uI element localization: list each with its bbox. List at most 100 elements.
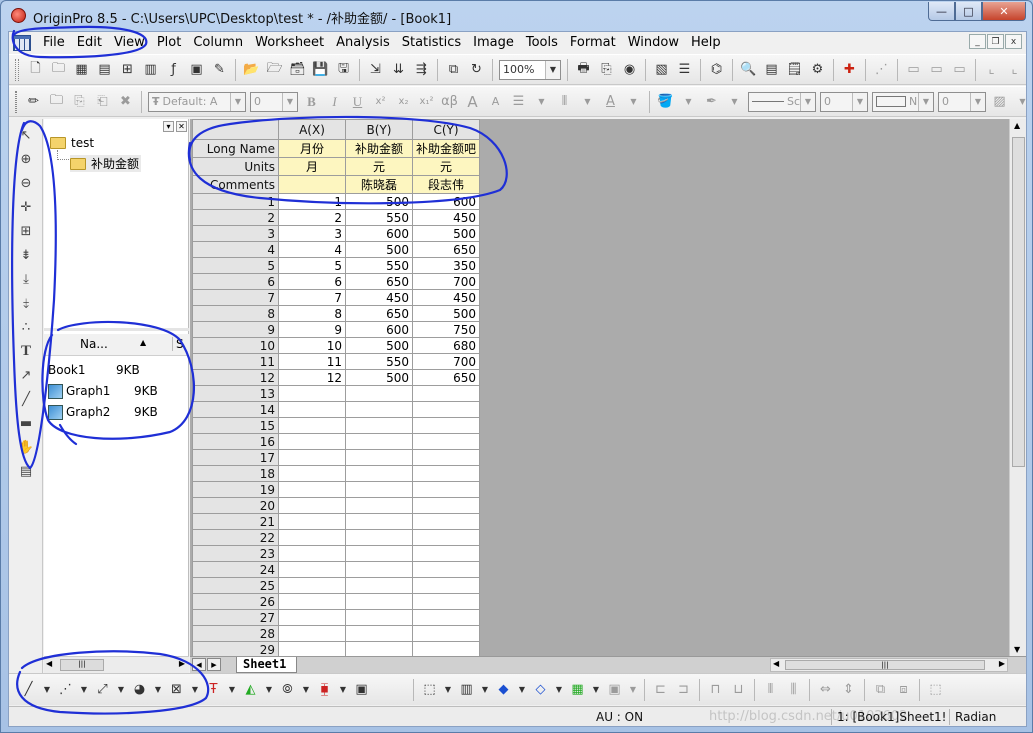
- 3d-color-surface-icon[interactable]: ◆: [493, 680, 514, 700]
- recalculate-icon[interactable]: ↻: [466, 60, 487, 80]
- sheet-prev-icon[interactable]: ◀: [192, 658, 206, 671]
- data-cell[interactable]: 680: [411, 337, 481, 354]
- align-left-icon[interactable]: ⊏: [650, 680, 671, 700]
- explorer-item-graph1[interactable]: Graph1 9KB: [48, 381, 188, 401]
- empty-cell[interactable]: [411, 481, 481, 498]
- empty-cell[interactable]: [411, 465, 481, 482]
- meta-row-label[interactable]: Long Name: [192, 139, 279, 158]
- menu-help[interactable]: Help: [685, 32, 727, 53]
- meta-cell[interactable]: 补助金额吧: [411, 139, 481, 158]
- empty-cell[interactable]: [411, 433, 481, 450]
- zoom-in-icon[interactable]: ⊕: [14, 149, 38, 170]
- new-folder-icon[interactable]: 🗀: [48, 60, 69, 80]
- distribute-h-icon[interactable]: ⫴: [760, 680, 781, 700]
- supersubscript-button[interactable]: x₁²: [416, 92, 437, 112]
- chevron-down-icon[interactable]: ▼: [152, 680, 164, 700]
- line-plot-icon[interactable]: ╱: [18, 680, 39, 700]
- data-cell[interactable]: 350: [411, 257, 481, 274]
- new-notes-icon[interactable]: ✎: [209, 60, 230, 80]
- chevron-down-icon[interactable]: ▼: [300, 680, 312, 700]
- save-project-icon[interactable]: 💾: [310, 60, 331, 80]
- decrease-font-button[interactable]: A: [485, 92, 506, 112]
- new-layout-icon[interactable]: ▣: [186, 60, 207, 80]
- new-function-icon[interactable]: ƒ: [163, 60, 184, 80]
- annotation-tool-icon[interactable]: ▤: [14, 461, 38, 482]
- data-cell[interactable]: 12: [278, 369, 346, 386]
- new-graph-icon[interactable]: ⊞: [117, 60, 138, 80]
- data-cell[interactable]: 2: [278, 209, 346, 226]
- empty-cell[interactable]: [278, 593, 346, 610]
- text-tool-icon[interactable]: T: [14, 341, 38, 362]
- empty-cell[interactable]: [278, 529, 346, 546]
- empty-cell[interactable]: [278, 481, 346, 498]
- group-icon[interactable]: ⬚: [925, 680, 946, 700]
- import-multiple-icon[interactable]: ⇊: [388, 60, 409, 80]
- chevron-down-icon[interactable]: ▼: [590, 680, 602, 700]
- copy-format-icon[interactable]: ⎘: [69, 92, 90, 112]
- menu-image[interactable]: Image: [467, 32, 520, 53]
- increase-font-button[interactable]: A: [462, 92, 483, 112]
- data-cell[interactable]: 500: [345, 193, 413, 210]
- scroll-left-icon[interactable]: ◀: [773, 659, 779, 668]
- chevron-down-icon[interactable]: ▼: [678, 92, 699, 112]
- superscript-button[interactable]: x²: [370, 92, 391, 112]
- data-cell[interactable]: 700: [411, 353, 481, 370]
- row-header[interactable]: 26: [192, 593, 279, 610]
- pencil-icon[interactable]: ✏: [23, 92, 44, 112]
- same-height-icon[interactable]: ⇕: [838, 680, 859, 700]
- empty-cell[interactable]: [345, 401, 413, 418]
- hand-tool-icon[interactable]: ✋: [14, 437, 38, 458]
- fill-width-select[interactable]: 0 ▼: [938, 91, 986, 112]
- empty-cell[interactable]: [278, 641, 346, 656]
- empty-cell[interactable]: [345, 449, 413, 466]
- meta-cell[interactable]: 补助金额: [345, 139, 413, 158]
- meta-cell[interactable]: 月: [278, 157, 346, 176]
- row-header[interactable]: 21: [192, 513, 279, 530]
- script-window-icon[interactable]: ▧: [651, 60, 672, 80]
- data-cell[interactable]: 650: [345, 305, 413, 322]
- empty-cell[interactable]: [345, 529, 413, 546]
- settings-gear-icon[interactable]: ⚙: [807, 60, 828, 80]
- chevron-down-icon[interactable]: ▼: [263, 680, 275, 700]
- scroll-down-icon[interactable]: ▼: [1014, 645, 1020, 654]
- data-cell[interactable]: 550: [345, 257, 413, 274]
- new-excel-icon[interactable]: ▤: [94, 60, 115, 80]
- data-cell[interactable]: 600: [411, 193, 481, 210]
- open-icon[interactable]: 📂: [241, 60, 262, 80]
- stock-plot-icon[interactable]: ⧯: [314, 680, 335, 700]
- mask-points-icon[interactable]: ⤈: [14, 293, 38, 314]
- data-cell[interactable]: 550: [345, 209, 413, 226]
- empty-cell[interactable]: [345, 481, 413, 498]
- sheet-next-icon[interactable]: ▶: [207, 658, 221, 671]
- line-tool-icon[interactable]: ╱: [14, 389, 38, 410]
- pointer-icon[interactable]: ↖: [14, 125, 38, 146]
- layer-3-icon[interactable]: ▭: [949, 60, 970, 80]
- send-back-icon[interactable]: ⧈: [893, 680, 914, 700]
- row-header[interactable]: 15: [192, 417, 279, 434]
- empty-cell[interactable]: [278, 545, 346, 562]
- menu-format[interactable]: Format: [564, 32, 622, 53]
- meta-cell[interactable]: 月份: [278, 139, 346, 158]
- explorer-item-graph2[interactable]: Graph2 9KB: [48, 402, 188, 422]
- empty-cell[interactable]: [345, 385, 413, 402]
- chevron-down-icon[interactable]: ▼: [78, 680, 90, 700]
- 3d-bar-icon[interactable]: ▥: [456, 680, 477, 700]
- layer-icon[interactable]: ▭: [903, 60, 924, 80]
- row-header[interactable]: 20: [192, 497, 279, 514]
- template-library-icon[interactable]: ▣: [351, 680, 372, 700]
- image-plot-icon[interactable]: ▣: [604, 680, 625, 700]
- greek-button[interactable]: αβ: [439, 92, 460, 112]
- data-cell[interactable]: 6: [278, 273, 346, 290]
- empty-cell[interactable]: [278, 465, 346, 482]
- meta-cell[interactable]: 元: [345, 157, 413, 176]
- chevron-down-icon[interactable]: ▼: [531, 92, 552, 112]
- chevron-down-icon[interactable]: ▼: [189, 680, 201, 700]
- worksheet-vertical-scrollbar[interactable]: ▲ ▼: [1009, 119, 1026, 656]
- data-cell[interactable]: 8: [278, 305, 346, 322]
- data-cell[interactable]: 500: [411, 305, 481, 322]
- empty-cell[interactable]: [411, 497, 481, 514]
- new-project-icon[interactable]: 🗋: [25, 60, 46, 80]
- data-cell[interactable]: 650: [411, 241, 481, 258]
- data-cell[interactable]: 1: [278, 193, 346, 210]
- chevron-down-icon[interactable]: ▼: [724, 92, 745, 112]
